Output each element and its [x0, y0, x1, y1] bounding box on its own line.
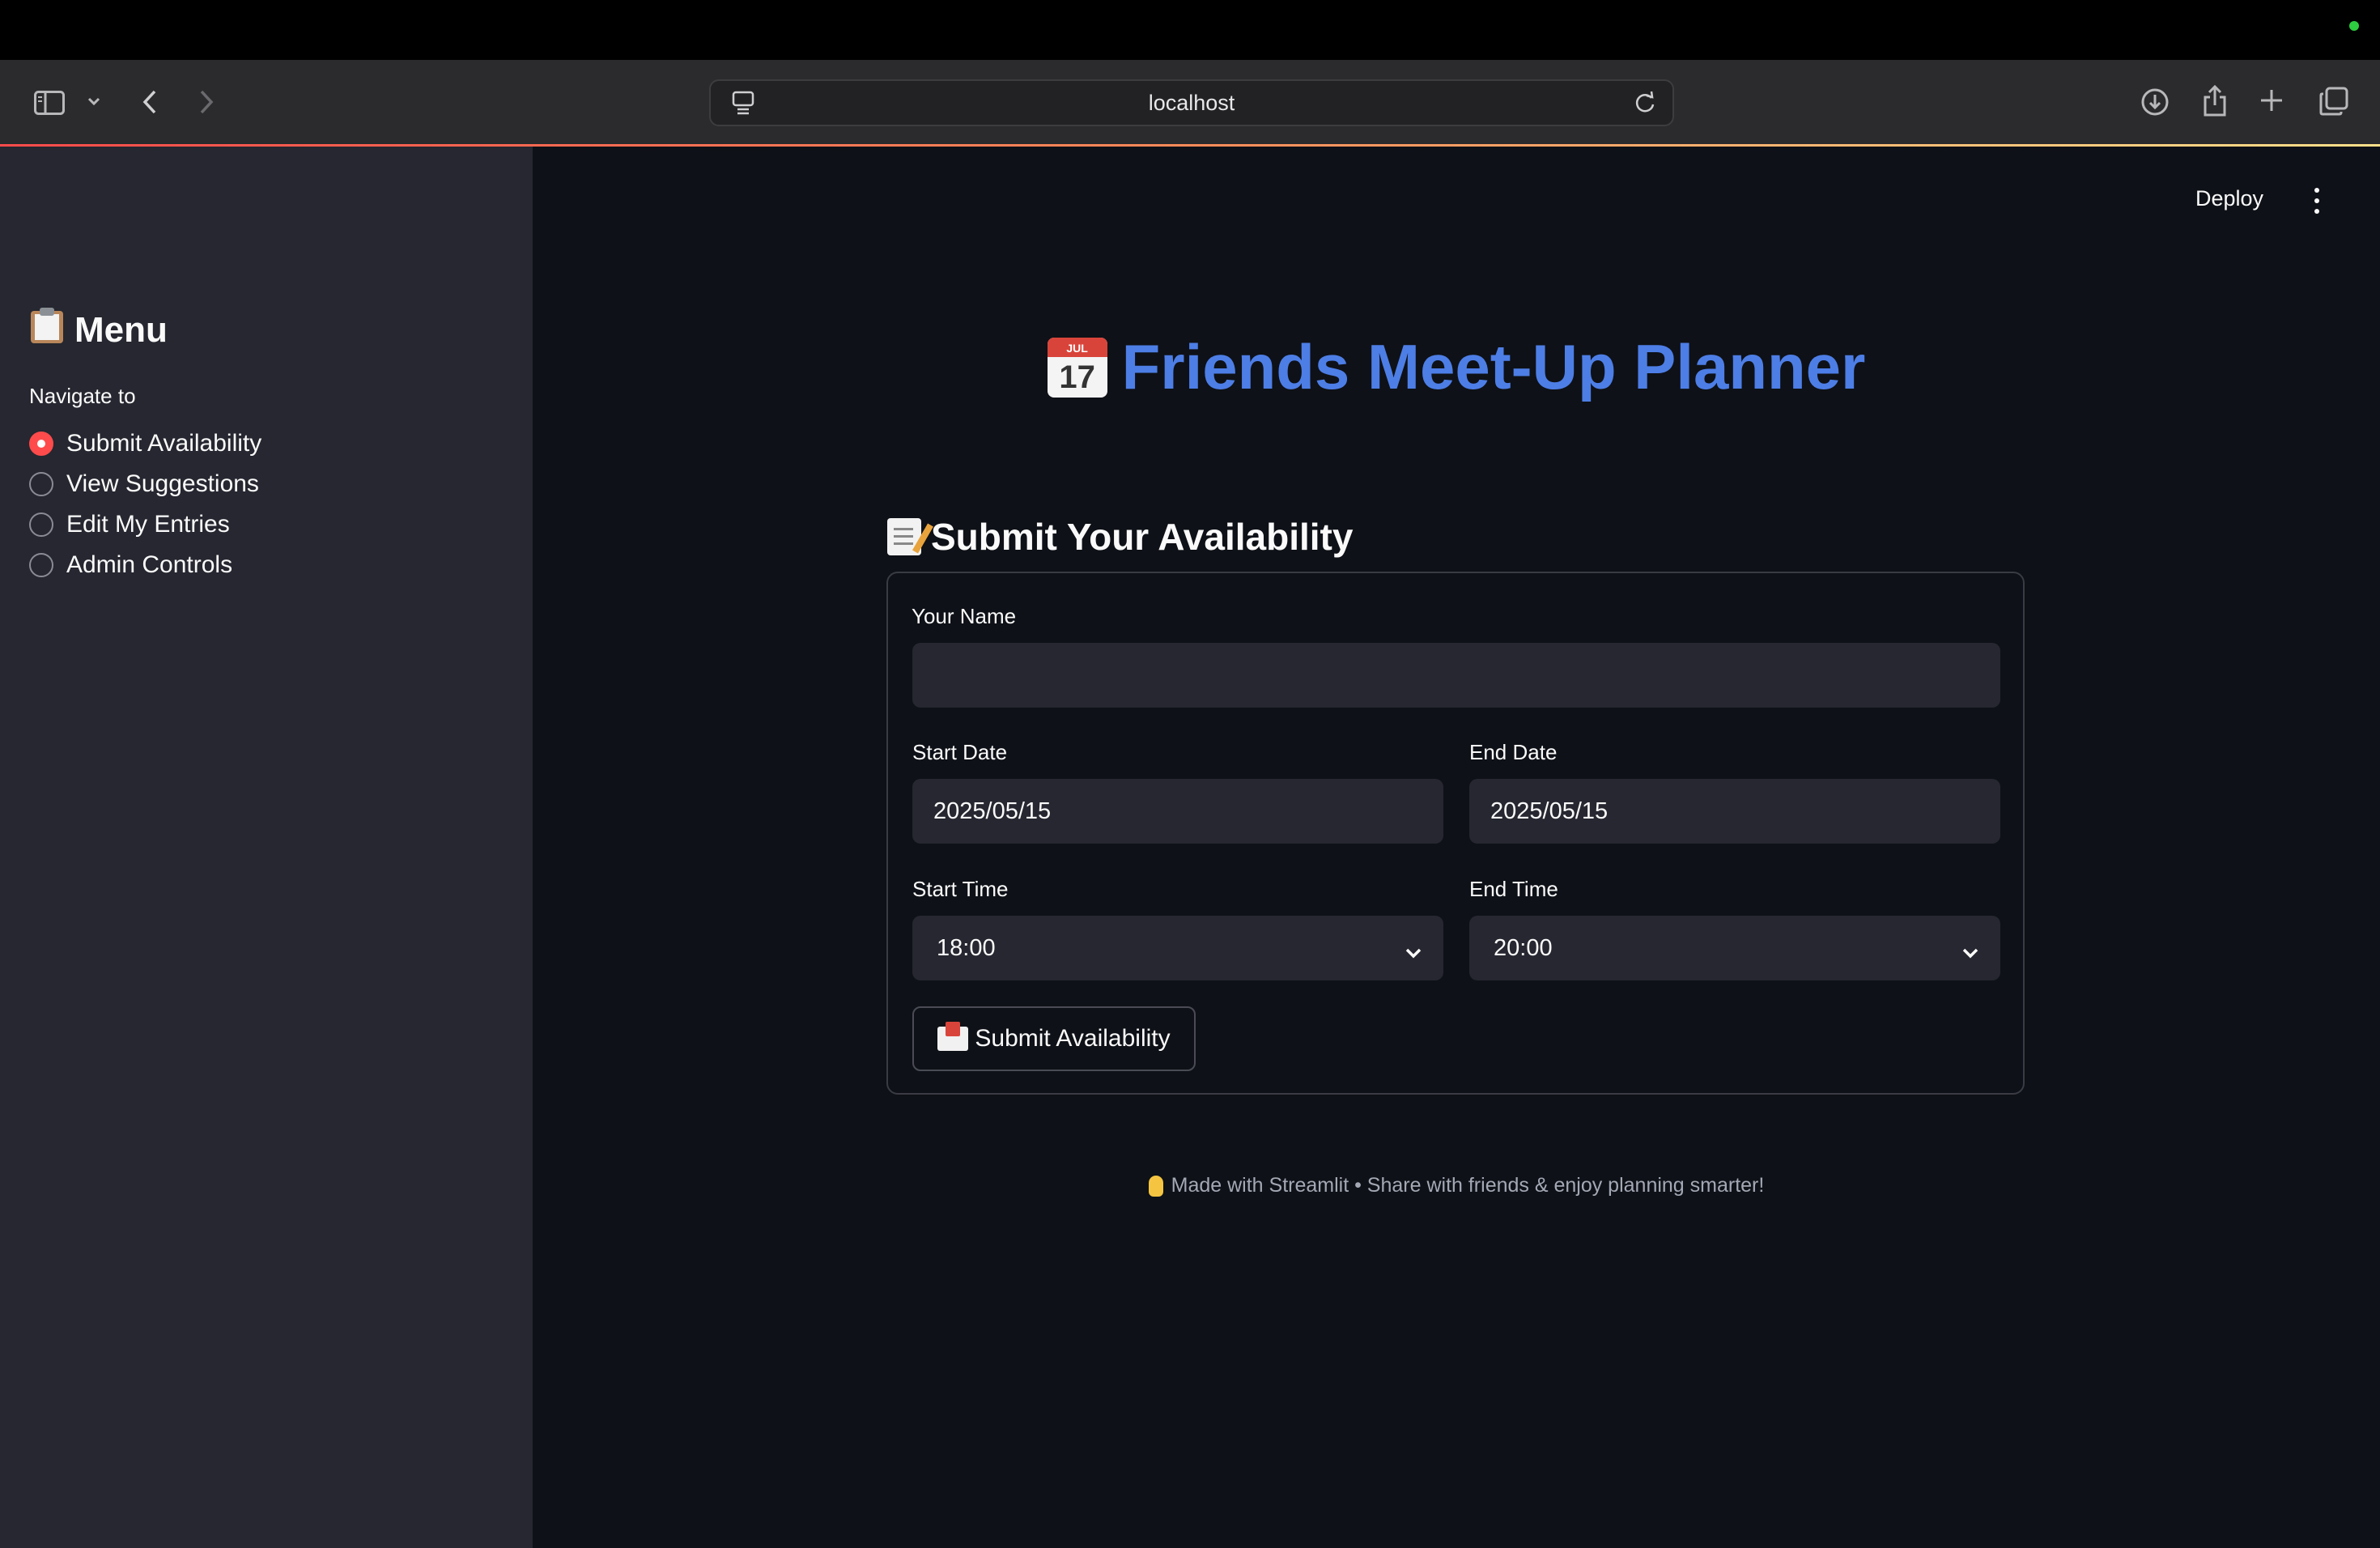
back-icon[interactable]	[138, 86, 162, 118]
nav-item-label: View Suggestions	[66, 470, 259, 497]
submit-button-label: Submit Availability	[975, 1025, 1171, 1052]
new-tab-icon[interactable]	[2255, 84, 2288, 117]
page-title-text: Friends Meet-Up Planner	[1121, 331, 1866, 402]
end-date-input[interactable]: 2025/05/15	[1469, 779, 2000, 844]
site-settings-icon[interactable]	[732, 91, 754, 121]
nav-radio-group: Submit Availability View Suggestions Edi…	[29, 423, 261, 585]
nav-item-view-suggestions[interactable]: View Suggestions	[29, 464, 261, 504]
sidebar-title-text: Menu	[74, 309, 168, 350]
chevron-down-icon[interactable]	[1961, 938, 1979, 965]
start-date-input[interactable]: 2025/05/15	[912, 779, 1443, 844]
radio-unselected-icon[interactable]	[29, 472, 53, 496]
downloads-icon[interactable]	[2137, 84, 2173, 120]
share-icon[interactable]	[2197, 81, 2233, 120]
reload-icon[interactable]	[1634, 91, 1656, 121]
more-options-icon[interactable]	[2309, 188, 2325, 214]
end-date-label: End Date	[1469, 740, 1558, 764]
submit-availability-button[interactable]: Submit Availability	[912, 1006, 1196, 1071]
start-time-label: Start Time	[912, 877, 1009, 901]
memo-icon	[887, 518, 921, 555]
forward-icon[interactable]	[194, 86, 219, 118]
nav-item-edit-my-entries[interactable]: Edit My Entries	[29, 504, 261, 545]
start-time-value: 18:00	[937, 934, 996, 961]
sidebar-toggle-icon[interactable]	[31, 84, 68, 121]
deploy-button[interactable]: Deploy	[2195, 186, 2263, 211]
footer: Made with Streamlit • Share with friends…	[533, 1174, 2380, 1197]
section-title: Submit Your Availability	[887, 515, 1353, 559]
footer-text: Made with Streamlit • Share with friends…	[1171, 1174, 1765, 1197]
nav-item-label: Edit My Entries	[66, 511, 230, 538]
end-time-select[interactable]: 20:00	[1469, 916, 2000, 980]
name-input[interactable]	[912, 643, 2000, 708]
calendar-icon: JUL 17	[1047, 337, 1107, 398]
name-label: Your Name	[912, 604, 1017, 628]
nav-item-label: Admin Controls	[66, 551, 233, 578]
nav-item-label: Submit Availability	[66, 430, 262, 457]
address-bar[interactable]: localhost	[709, 79, 1674, 126]
system-menu-bar	[0, 0, 2380, 60]
calendar-day: 17	[1059, 359, 1095, 395]
chevron-down-icon[interactable]	[1405, 938, 1422, 965]
section-title-text: Submit Your Availability	[931, 516, 1354, 558]
url-text: localhost	[1148, 90, 1235, 115]
inbox-envelope-icon	[937, 1022, 969, 1051]
nav-label: Navigate to	[29, 384, 136, 408]
radio-unselected-icon[interactable]	[29, 553, 53, 577]
sidebar	[0, 147, 533, 1548]
lightbulb-icon	[1148, 1175, 1163, 1197]
clipboard-icon	[29, 306, 65, 354]
status-indicator-icon	[2349, 21, 2359, 31]
sidebar-title: Menu	[29, 306, 168, 354]
start-date-label: Start Date	[912, 740, 1008, 764]
page-title: JUL 17 Friends Meet-Up Planner	[533, 330, 2380, 404]
calendar-month: JUL	[1047, 337, 1107, 357]
radio-unselected-icon[interactable]	[29, 512, 53, 537]
chevron-down-icon[interactable]	[84, 89, 104, 113]
end-time-value: 20:00	[1494, 934, 1553, 961]
nav-item-admin-controls[interactable]: Admin Controls	[29, 545, 261, 585]
tab-overview-icon[interactable]	[2317, 84, 2351, 118]
start-time-select[interactable]: 18:00	[912, 916, 1443, 980]
radio-selected-icon[interactable]	[29, 432, 53, 456]
end-time-label: End Time	[1469, 877, 1558, 901]
browser-toolbar: localhost	[0, 60, 2380, 146]
nav-item-submit-availability[interactable]: Submit Availability	[29, 423, 261, 464]
